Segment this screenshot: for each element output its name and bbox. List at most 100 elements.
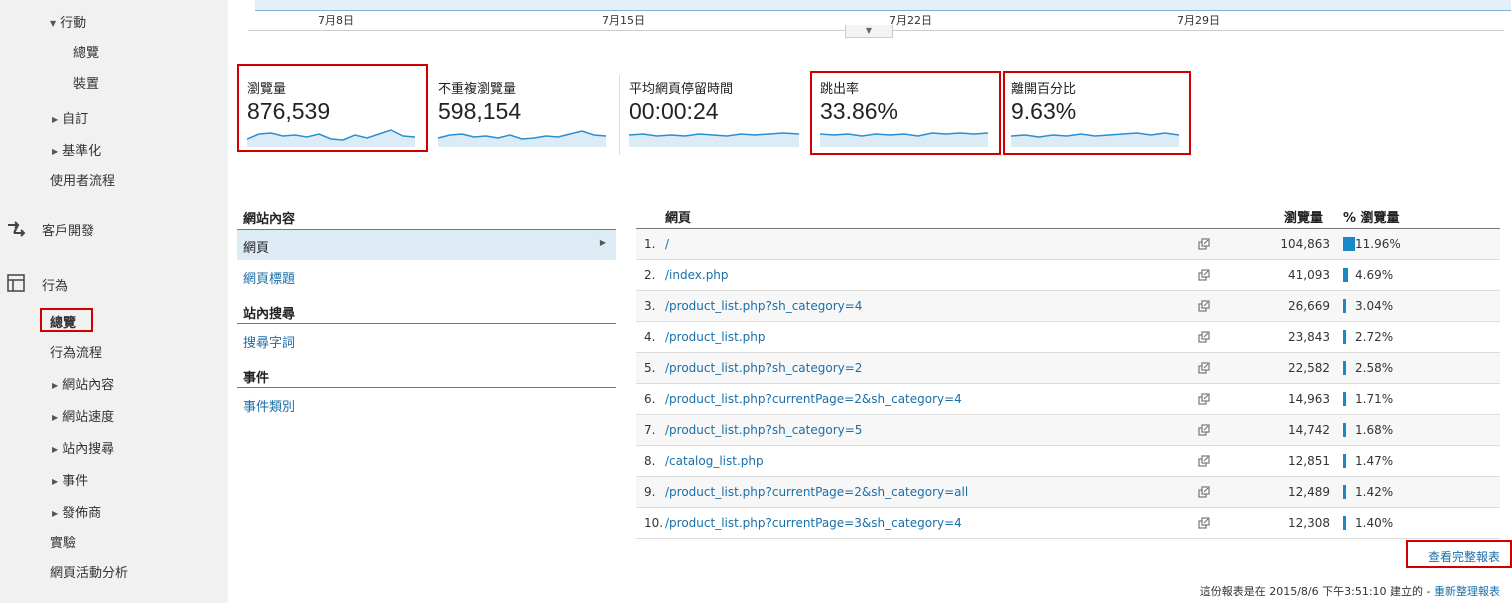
page-link[interactable]: /product_list.php xyxy=(665,330,765,344)
nav-events[interactable]: ▶ 事件 xyxy=(52,470,88,489)
nav-publisher[interactable]: ▶ 發佈商 xyxy=(52,502,101,521)
share-bar xyxy=(1343,330,1346,344)
sparkline xyxy=(438,130,606,147)
page-link[interactable]: /product_list.php?sh_category=4 xyxy=(665,299,862,313)
nav-site-search-label: 站內搜尋 xyxy=(62,442,115,457)
dimension-page-selected[interactable]: 網頁 ▶ xyxy=(237,229,616,260)
row-number: 3. xyxy=(644,299,656,313)
nav-mobile-overview[interactable]: 總覽 xyxy=(73,42,99,61)
dimension-page-title-link[interactable]: 網頁標題 xyxy=(243,268,295,287)
acquisition-arrows-icon xyxy=(8,221,26,237)
open-page-icon[interactable] xyxy=(1198,424,1210,436)
table-row: 5. /product_list.php?sh_category=2 22,582 2… xyxy=(636,353,1500,384)
triangle-right-icon: ▶ xyxy=(52,413,59,422)
nav-benchmarking[interactable]: ▶ 基準化 xyxy=(52,140,101,159)
pct-pageviews-value: 4.69% xyxy=(1355,268,1394,282)
open-page-icon[interactable] xyxy=(1198,300,1210,312)
page-link[interactable]: /catalog_list.php xyxy=(665,454,764,468)
page-link[interactable]: / xyxy=(665,237,669,251)
nav-custom[interactable]: ▶ 自訂 xyxy=(52,108,88,127)
pageviews-value: 14,963 xyxy=(1288,392,1330,406)
share-bar xyxy=(1343,516,1346,530)
nav-in-page-analytics[interactable]: 網頁活動分析 xyxy=(50,562,128,581)
metric-unique-pageviews[interactable]: 不重複瀏覽量 598,154 xyxy=(428,70,608,150)
triangle-right-icon: ▶ xyxy=(52,477,59,486)
open-page-icon[interactable] xyxy=(1198,393,1210,405)
pageviews-value: 23,843 xyxy=(1288,330,1330,344)
row-number: 5. xyxy=(644,361,656,375)
column-header-page: 網頁 xyxy=(665,211,692,226)
dimension-page-label: 網頁 xyxy=(243,241,270,256)
metric-value: 33.86% xyxy=(820,98,899,124)
metric-bounce-rate[interactable]: 跳出率 33.86% xyxy=(810,70,990,150)
site-search-heading: 站內搜尋 xyxy=(243,307,296,322)
open-page-icon[interactable] xyxy=(1198,331,1210,343)
nav-experiments[interactable]: 實驗 xyxy=(50,532,76,551)
metric-label: 平均網頁停留時間 xyxy=(629,82,734,97)
open-page-icon[interactable] xyxy=(1198,517,1210,529)
metric-exit-percent[interactable]: 離開百分比 9.63% xyxy=(1001,70,1181,150)
column-header-pct-views: % 瀏覽量 xyxy=(1343,211,1400,226)
share-bar xyxy=(1343,299,1346,313)
nav-events-label: 事件 xyxy=(62,474,89,489)
column-header-views: 瀏覽量 xyxy=(1284,211,1324,226)
nav-site-content[interactable]: ▶ 網站內容 xyxy=(52,374,114,393)
triangle-right-icon: ▶ xyxy=(52,147,59,156)
table-row: 1. / 104,863 11.96% xyxy=(636,229,1500,260)
page-link[interactable]: /product_list.php?currentPage=2&sh_categ… xyxy=(665,392,962,406)
table-row: 4. /product_list.php 23,843 2.72% xyxy=(636,322,1500,353)
pct-pageviews-value: 2.72% xyxy=(1355,330,1394,344)
dimension-event-category-link[interactable]: 事件類別 xyxy=(243,396,295,415)
metric-label: 瀏覽量 xyxy=(247,82,287,97)
pct-pageviews-value: 3.04% xyxy=(1355,299,1394,313)
open-page-icon[interactable] xyxy=(1198,238,1210,250)
share-bar xyxy=(1343,392,1346,406)
nav-acquisition[interactable]: 客戶開發 xyxy=(42,220,94,239)
refresh-report-link[interactable]: 重新整理報表 xyxy=(1434,585,1500,598)
divider xyxy=(237,323,616,324)
open-page-icon[interactable] xyxy=(1198,455,1210,467)
table-row: 2. /index.php 41,093 4.69% xyxy=(636,260,1500,291)
collapse-chart-handle[interactable]: ▼ xyxy=(845,25,893,38)
pageviews-value: 14,742 xyxy=(1288,423,1330,437)
metric-pageviews[interactable]: 瀏覽量 876,539 xyxy=(237,70,417,150)
metric-value: 00:00:24 xyxy=(629,98,719,124)
nav-behavior-overview[interactable]: 總覽 xyxy=(50,312,76,331)
share-bar xyxy=(1343,485,1346,499)
nav-users-flow[interactable]: 使用者流程 xyxy=(50,170,115,189)
nav-behavior-flow[interactable]: 行為流程 xyxy=(50,342,102,361)
nav-site-speed[interactable]: ▶ 網站速度 xyxy=(52,406,114,425)
nav-site-speed-label: 網站速度 xyxy=(62,410,115,425)
metric-avg-time-on-page[interactable]: 平均網頁停留時間 00:00:24 xyxy=(619,70,799,150)
page-link[interactable]: /product_list.php?sh_category=5 xyxy=(665,423,862,437)
view-full-report-link[interactable]: 查看完整報表 xyxy=(1406,540,1512,568)
dimension-search-term-link[interactable]: 搜尋字詞 xyxy=(243,332,295,351)
page-link[interactable]: /index.php xyxy=(665,268,729,282)
pageviews-value: 12,308 xyxy=(1288,516,1330,530)
page-link[interactable]: /product_list.php?currentPage=3&sh_categ… xyxy=(665,516,962,530)
nav-benchmarking-label: 基準化 xyxy=(62,144,102,159)
pct-pageviews-value: 11.96% xyxy=(1355,237,1401,251)
sparkline xyxy=(820,132,988,147)
row-number: 7. xyxy=(644,423,656,437)
timeline-date-label: 7月8日 xyxy=(318,14,354,27)
chevron-down-icon: ▼ xyxy=(865,26,873,35)
pageviews-value: 22,582 xyxy=(1288,361,1330,375)
nav-publisher-label: 發佈商 xyxy=(62,506,102,521)
page-link[interactable]: /product_list.php?currentPage=2&sh_categ… xyxy=(665,485,968,499)
open-page-icon[interactable] xyxy=(1198,486,1210,498)
nav-mobile[interactable]: ▼ 行動 xyxy=(50,12,86,31)
table-row: 7. /product_list.php?sh_category=5 14,742 1… xyxy=(636,415,1500,446)
pct-pageviews-value: 1.47% xyxy=(1355,454,1394,468)
nav-site-search[interactable]: ▶ 站內搜尋 xyxy=(52,438,114,457)
page-link[interactable]: /product_list.php?sh_category=2 xyxy=(665,361,862,375)
behavior-layout-icon xyxy=(7,274,25,292)
nav-behavior[interactable]: 行為 xyxy=(42,275,68,294)
triangle-right-icon: ▶ xyxy=(52,115,59,124)
metric-value: 598,154 xyxy=(438,98,522,124)
chevron-right-icon: ▶ xyxy=(599,238,606,247)
nav-mobile-devices[interactable]: 裝置 xyxy=(73,73,99,92)
open-page-icon[interactable] xyxy=(1198,269,1210,281)
open-page-icon[interactable] xyxy=(1198,362,1210,374)
share-bar xyxy=(1343,454,1346,468)
